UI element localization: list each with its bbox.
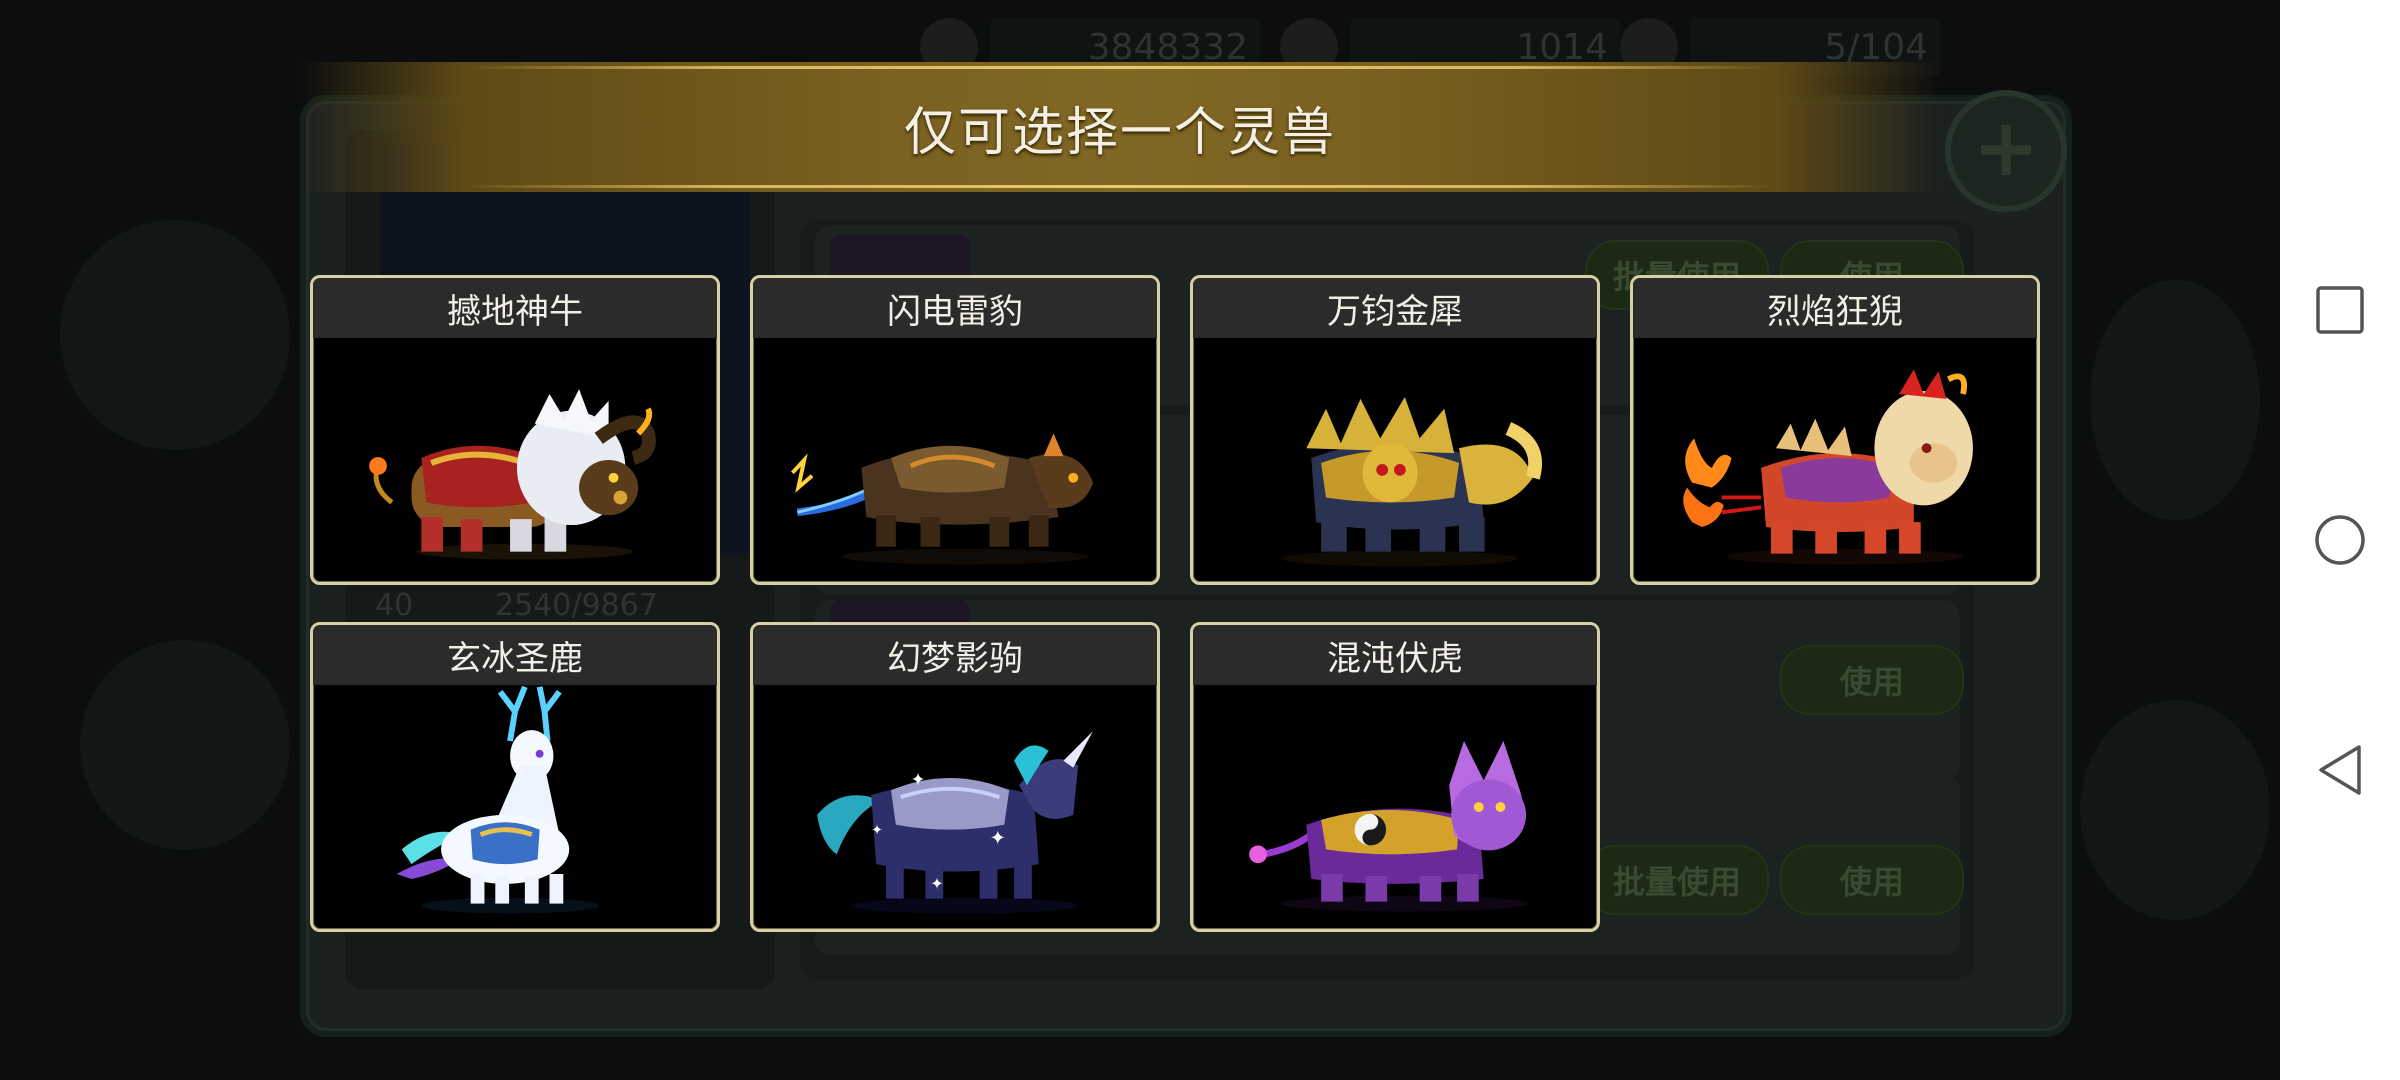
- bull-icon: [313, 338, 717, 582]
- modal-title-banner: 仅可选择一个灵兽: [300, 62, 1940, 192]
- circle-icon: [2315, 515, 2365, 565]
- pet-exp: 2540/9867: [495, 588, 658, 623]
- svg-text:✦: ✦: [871, 823, 883, 839]
- beast-card-unicorn[interactable]: 幻梦影驹 ✦ ✦ ✦ ✦: [750, 622, 1160, 932]
- lion-icon: [1633, 338, 2037, 582]
- beast-name: 玄冰圣鹿: [313, 625, 717, 685]
- leopard-icon: [753, 338, 1157, 582]
- batch-use-button[interactable]: 批量使用: [1585, 845, 1769, 915]
- svg-text:✦: ✦: [989, 826, 1006, 849]
- bg-decoration: [2090, 280, 2260, 520]
- back-button[interactable]: [2280, 710, 2400, 830]
- beast-name: 烈焰狂猊: [1633, 278, 2037, 338]
- modal-title: 仅可选择一个灵兽: [903, 102, 1336, 163]
- tiger-icon: [1193, 685, 1597, 929]
- square-icon: [2316, 286, 2364, 334]
- bg-decoration: [2080, 700, 2270, 920]
- svg-text:✦: ✦: [911, 770, 926, 790]
- beast-name: 闪电雷豹: [753, 278, 1157, 338]
- rhino-icon: [1193, 338, 1597, 582]
- beast-name: 万钧金犀: [1193, 278, 1597, 338]
- beast-name: 混沌伏虎: [1193, 625, 1597, 685]
- beast-card-deer[interactable]: 玄冰圣鹿: [310, 622, 720, 932]
- bg-decoration: [60, 220, 290, 450]
- beast-card-lion[interactable]: 烈焰狂猊: [1630, 275, 2040, 585]
- triangle-icon: [2319, 745, 2361, 795]
- beast-name: 撼地神牛: [313, 278, 717, 338]
- use-button[interactable]: 使用: [1780, 845, 1964, 915]
- home-button[interactable]: [2280, 480, 2400, 600]
- pet-level: 40: [375, 588, 414, 623]
- bg-decoration: [80, 640, 290, 850]
- beast-card-bull[interactable]: 撼地神牛: [310, 275, 720, 585]
- svg-text:✦: ✦: [930, 874, 943, 893]
- system-nav-bar: [2280, 0, 2400, 1080]
- beast-card-tiger[interactable]: 混沌伏虎: [1190, 622, 1600, 932]
- beast-card-rhino[interactable]: 万钧金犀: [1190, 275, 1600, 585]
- deer-icon: [313, 685, 717, 929]
- beast-name: 幻梦影驹: [753, 625, 1157, 685]
- close-plus-icon[interactable]: +: [1945, 90, 2067, 212]
- beast-card-leopard[interactable]: 闪电雷豹: [750, 275, 1160, 585]
- unicorn-icon: ✦ ✦ ✦ ✦: [753, 685, 1157, 929]
- recent-apps-button[interactable]: [2280, 250, 2400, 370]
- use-button[interactable]: 使用: [1780, 645, 1964, 715]
